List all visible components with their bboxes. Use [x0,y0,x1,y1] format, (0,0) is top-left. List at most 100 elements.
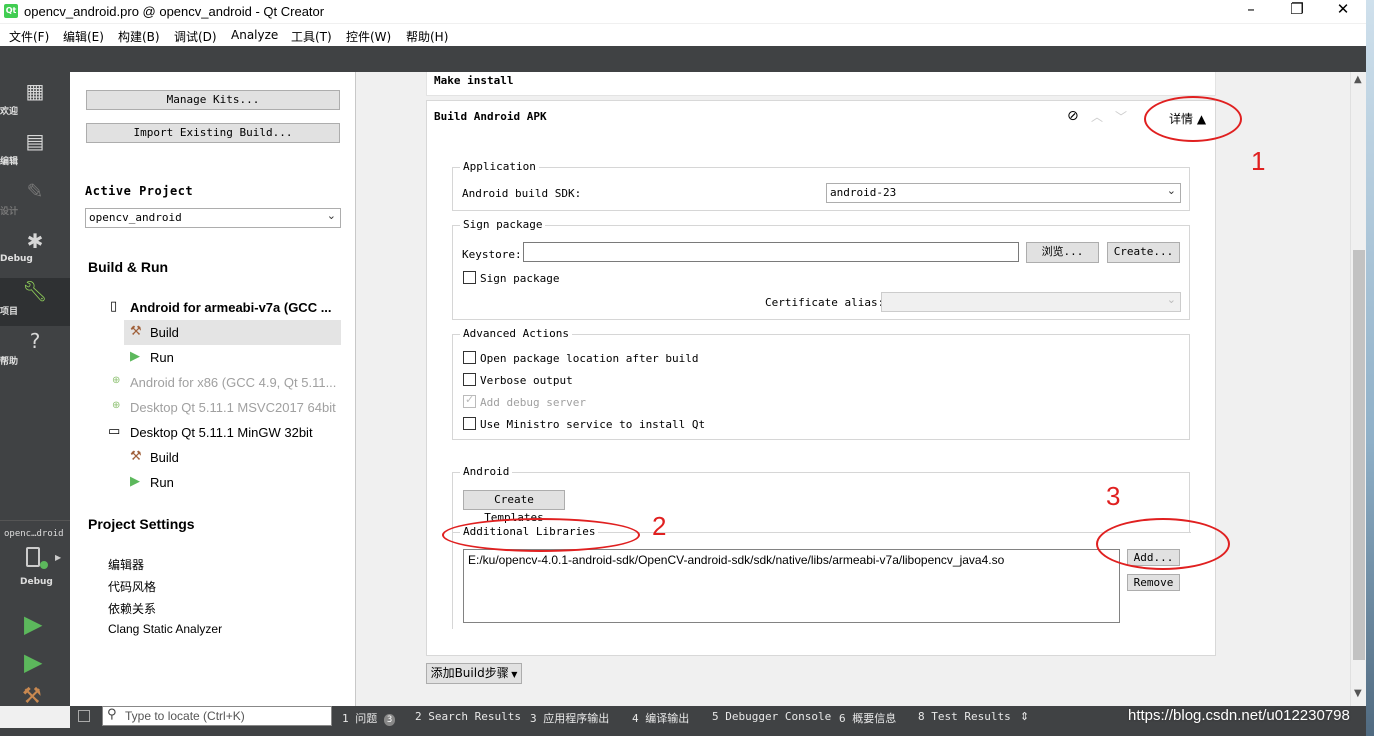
toggle-sidebar-icon[interactable] [78,710,90,722]
keystore-input[interactable] [523,242,1019,262]
bug-icon: ✱ [26,229,44,253]
move-down-icon[interactable]: ﹀ [1115,108,1127,125]
sign-package-group: Sign package Keystore: 浏览... Create... S… [452,218,1190,320]
phone-icon: ▯ [110,299,118,314]
build-apk-step: Build Android APK ⊘ ︿ ﹀ 详情 ▲ Application… [426,100,1216,656]
advanced-actions-group: Advanced Actions Open package location a… [452,327,1190,440]
annotation-number-2: 2 [652,511,667,541]
pencil-icon: ✎ [26,179,44,203]
hammer-icon: ⚒ [130,449,142,464]
menu-build[interactable]: 构建(B) [118,28,160,45]
certificate-alias-combo[interactable]: ⌄ [881,292,1181,312]
toolbar-strip [0,46,1366,72]
hammer-icon: ⚒ [130,324,142,339]
kit-mingw-run[interactable]: Run [150,475,174,490]
menu-analyze[interactable]: Analyze [231,28,278,42]
pane-general-messages[interactable]: 6 概要信息 [839,710,896,726]
menu-edit[interactable]: 编辑(E) [63,28,104,45]
settings-clang-analyzer[interactable]: Clang Static Analyzer [108,622,222,636]
window-title: opencv_android.pro @ opencv_android - Qt… [24,4,325,19]
pane-application-output[interactable]: 3 应用程序输出 [530,710,609,726]
menu-bar: 文件(F) 编辑(E) 构建(B) 调试(D) Analyze 工具(T) 控件… [0,24,1366,46]
menu-debug[interactable]: 调试(D) [174,28,217,45]
watermark-text: https://blog.csdn.net/u012230798 [1128,707,1350,724]
pane-debugger-console[interactable]: 5 Debugger Console [712,710,831,723]
wrench-icon: 🔧︎ [22,279,48,303]
build-button[interactable]: ⚒ [22,684,42,709]
ministro-checkbox[interactable] [463,417,476,430]
create-templates-button[interactable]: Create Templates [463,490,565,524]
kit-armeabi-run[interactable]: Run [150,350,174,365]
kit-armeabi-build[interactable]: Build [150,325,179,340]
add-kit-icon: ⊕ [112,375,121,386]
mode-help[interactable]: ? 帮助 [0,328,70,376]
scrollbar-thumb[interactable] [1353,250,1365,660]
library-item[interactable]: E:/ku/opencv-4.0.1-android-sdk/OpenCV-an… [468,553,1004,567]
mode-welcome[interactable]: ▦ 欢迎 [0,78,70,126]
document-icon: ▤ [25,129,45,153]
annotation-ellipse-3 [1096,518,1230,570]
scroll-up-icon[interactable]: ▲ [1354,74,1362,85]
add-build-step-button[interactable]: 添加Build步骤 ▼ [426,663,522,684]
sign-package-checkbox[interactable] [463,271,476,284]
create-keystore-button[interactable]: Create... [1107,242,1180,263]
more-panes-icon[interactable]: ⇕ [1020,710,1029,723]
manage-kits-button[interactable]: Manage Kits... [86,90,340,110]
pane-search-results[interactable]: 2 Search Results [415,710,521,723]
run-button[interactable]: ▶ [24,610,42,638]
active-project-heading: Active Project [85,184,194,198]
kit-msvc2017[interactable]: Desktop Qt 5.11.1 MSVC2017 64bit [130,400,336,415]
android-sdk-combo[interactable]: android-23 ⌄ [826,183,1181,203]
move-up-icon[interactable]: ︿ [1091,108,1103,125]
annotation-ellipse-1 [1144,96,1242,142]
mode-design[interactable]: ✎ 设计 [0,178,70,226]
annotation-ellipse-2 [442,518,640,552]
settings-code-style[interactable]: 代码风格 [108,578,156,595]
pane-compile-output[interactable]: 4 编译输出 [632,710,689,726]
mode-projects[interactable]: 🔧︎ 项目 [0,278,70,326]
maximize-button[interactable]: ❐ [1274,0,1320,24]
disable-step-icon[interactable]: ⊘ [1067,108,1079,124]
close-button[interactable]: ✕ [1320,0,1366,24]
settings-editor[interactable]: 编辑器 [108,556,144,573]
help-icon: ? [29,329,41,353]
kit-android-armeabi[interactable]: Android for armeabi-v7a (GCC ... [130,300,332,315]
kit-mingw32[interactable]: Desktop Qt 5.11.1 MinGW 32bit [130,425,313,440]
settings-dependencies[interactable]: 依赖关系 [108,600,156,617]
debug-run-button[interactable]: ▶ [24,648,42,676]
status-dot-icon [40,561,48,569]
mode-edit[interactable]: ▤ 编辑 [0,128,70,176]
bottom-strip [0,728,1366,736]
import-build-button[interactable]: Import Existing Build... [86,123,340,143]
chevron-down-icon: ⌄ [1166,184,1176,197]
libraries-list[interactable]: E:/ku/opencv-4.0.1-android-sdk/OpenCV-an… [463,549,1120,623]
kit-selector[interactable]: openc…droid ▶ Debug [0,520,70,600]
pane-test-results[interactable]: 8 Test Results [918,710,1011,723]
hammer-icon: ⚒ [22,684,42,709]
minimize-button[interactable]: – [1228,0,1274,24]
chevron-down-icon: ⌄ [326,209,336,222]
verbose-output-checkbox[interactable] [463,373,476,386]
remove-library-button[interactable]: Remove [1127,574,1180,591]
open-location-checkbox[interactable] [463,351,476,364]
vertical-scrollbar[interactable]: ▲ ▼ [1350,72,1366,706]
kit-android-x86[interactable]: Android for x86 (GCC 4.9, Qt 5.11... [130,375,336,390]
search-icon: ⚲ [107,707,117,722]
menu-file[interactable]: 文件(F) [9,28,49,45]
menu-help[interactable]: 帮助(H) [406,28,448,45]
scroll-down-icon[interactable]: ▼ [1354,688,1362,699]
debug-server-checkbox[interactable] [463,393,476,408]
issues-count-badge: 3 [383,714,396,726]
annotation-number-3: 3 [1106,481,1121,511]
mode-debug[interactable]: ✱ Debug [0,228,70,276]
browse-button[interactable]: 浏览... [1026,242,1099,263]
active-project-combo[interactable]: opencv_android ⌄ [85,208,341,228]
locator-input[interactable]: ⚲ Type to locate (Ctrl+K) [102,706,332,726]
menu-tools[interactable]: 工具(T) [291,28,332,45]
menu-widgets[interactable]: 控件(W) [346,28,391,45]
make-install-step: Make install [426,72,1216,96]
monitor-icon: ▭ [108,424,121,439]
add-kit-icon: ⊕ [112,400,121,411]
pane-issues[interactable]: 1 问题 3 [342,710,396,726]
kit-mingw-build[interactable]: Build [150,450,179,465]
